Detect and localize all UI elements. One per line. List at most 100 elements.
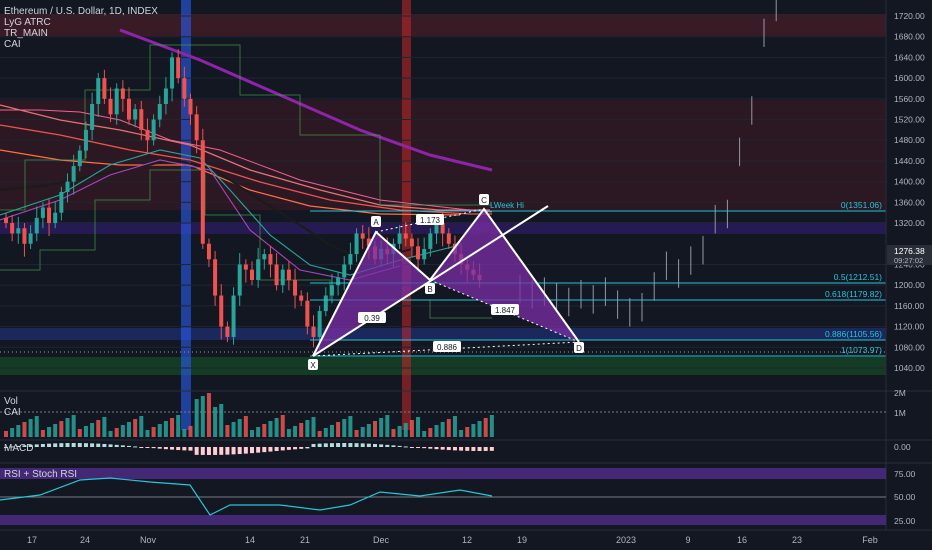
candle-body	[446, 233, 451, 244]
price-tick-label: 1520.00	[894, 115, 925, 125]
session-highlight-red	[402, 0, 411, 430]
time-tick-label: 16	[737, 535, 747, 545]
macd-histogram-bar	[422, 447, 427, 449]
candle-body	[323, 295, 328, 312]
macd-histogram-bar	[133, 446, 138, 448]
volume-bar	[102, 417, 107, 437]
symbol-title[interactable]: Ethereum / U.S. Dollar, 1D, INDEX	[4, 6, 158, 17]
price-tick-label: 1160.00	[894, 301, 924, 311]
volume-tick-label: 1M	[894, 408, 906, 418]
macd-histogram-bar	[120, 445, 125, 447]
zone-band-blue	[0, 328, 886, 340]
volume-bar	[262, 424, 267, 437]
volume-bar	[286, 429, 291, 437]
price-tick-label: 1600.00	[894, 73, 925, 83]
candle-body	[206, 243, 211, 260]
main-chart-canvas[interactable]: 0(1351.06) 0.5(1212.51) 0.618(1179.82) 0.88…	[0, 0, 932, 550]
volume-bar	[422, 431, 427, 437]
candle-body	[225, 326, 230, 337]
candle-body	[219, 295, 224, 327]
macd-histogram-bar	[206, 447, 211, 455]
volume-bar	[22, 422, 27, 437]
volume-bar	[274, 418, 279, 437]
macd-title[interactable]: MACD	[4, 443, 33, 454]
macd-histogram-bar	[145, 447, 150, 448]
volume-bar	[409, 420, 414, 437]
volume-bar	[40, 430, 45, 437]
macd-histogram-bar	[274, 447, 279, 451]
macd-histogram-bar	[250, 447, 254, 454]
rsi-pane-legend: RSI + Stoch RSI	[4, 469, 77, 480]
candle-body	[422, 248, 427, 260]
volume-bar	[416, 417, 421, 437]
price-tick-label: 1120.00	[894, 322, 924, 332]
macd-histogram-bar	[391, 445, 396, 447]
macd-histogram-bar	[188, 447, 193, 451]
rsi-tick-label: 25.00	[894, 516, 916, 526]
point-a-label: A	[373, 218, 379, 227]
volume-bar	[59, 421, 64, 437]
rsi-title[interactable]: RSI + Stoch RSI	[4, 469, 77, 480]
volume-bar	[213, 407, 218, 437]
volume-bar	[446, 419, 451, 437]
macd-histogram-bar	[176, 447, 181, 451]
indicator-cai[interactable]: CAI	[4, 39, 158, 50]
candle-body	[65, 181, 70, 192]
volume-bar	[342, 419, 347, 437]
price-tick-label: 1480.00	[894, 135, 925, 145]
volume-bar	[323, 428, 328, 437]
macd-histogram-bar	[40, 443, 45, 447]
volume-pane-legend: Vol CAI	[4, 396, 21, 418]
macd-histogram-bar	[446, 447, 451, 451]
fib-level-label: 1(1073.97)	[841, 345, 882, 355]
candle-body	[170, 57, 175, 89]
volume-title[interactable]: Vol	[4, 396, 21, 407]
volume-bar	[373, 421, 377, 437]
price-tick-label: 1440.00	[894, 156, 925, 166]
volume-bar	[452, 416, 457, 437]
volume-bar	[127, 422, 131, 437]
candle-body	[157, 104, 162, 120]
macd-histogram-bar	[459, 447, 464, 451]
macd-histogram-bar	[182, 447, 187, 451]
price-tick-label: 1640.00	[894, 52, 925, 62]
time-tick-label: 24	[80, 535, 90, 545]
volume-bar	[77, 429, 82, 437]
current-price-label: 1276.38	[894, 246, 925, 256]
volume-bar	[280, 415, 285, 437]
candle-body	[71, 166, 76, 182]
indicator-tr-main[interactable]: TR_MAIN	[4, 28, 158, 39]
time-tick-label: 21	[300, 535, 310, 545]
candle-body	[120, 88, 125, 99]
volume-bar	[96, 420, 101, 437]
macd-histogram-bar	[90, 443, 95, 447]
time-tick-label: 9	[685, 535, 690, 545]
macd-histogram-bar	[108, 444, 113, 447]
volume-tick-label: 2M	[894, 388, 906, 398]
candle-body	[151, 119, 156, 141]
candle-body	[22, 228, 27, 244]
indicator-lyg-atrc[interactable]: LyG ATRC	[4, 17, 158, 28]
volume-bar	[237, 419, 242, 437]
macd-histogram-bar	[403, 446, 408, 448]
candle-body	[299, 295, 304, 301]
chart-workspace[interactable]: 0(1351.06) 0.5(1212.51) 0.618(1179.82) 0.88…	[0, 0, 932, 550]
resistance-zone-mid	[0, 100, 886, 210]
macd-histogram-bar	[213, 447, 218, 455]
candle-body	[348, 254, 353, 265]
macd-histogram-bar	[286, 447, 291, 450]
candle-body	[274, 264, 279, 286]
ratio-xab-label: 0.39	[364, 314, 380, 323]
ratio-xd-label: 0.886	[437, 343, 458, 352]
candle-body	[40, 207, 45, 218]
rsi-tick-label: 50.00	[894, 492, 916, 502]
volume-bar	[231, 422, 236, 437]
volume-cai-label[interactable]: CAI	[4, 407, 21, 418]
macd-histogram-bar	[151, 447, 156, 449]
volume-bar	[145, 430, 150, 437]
macd-histogram-bar	[114, 444, 119, 447]
fib-level-label: 0.5(1212.51)	[834, 272, 882, 282]
macd-histogram-bar	[471, 447, 476, 451]
macd-histogram-bar	[489, 447, 494, 451]
candle-body	[10, 223, 15, 234]
